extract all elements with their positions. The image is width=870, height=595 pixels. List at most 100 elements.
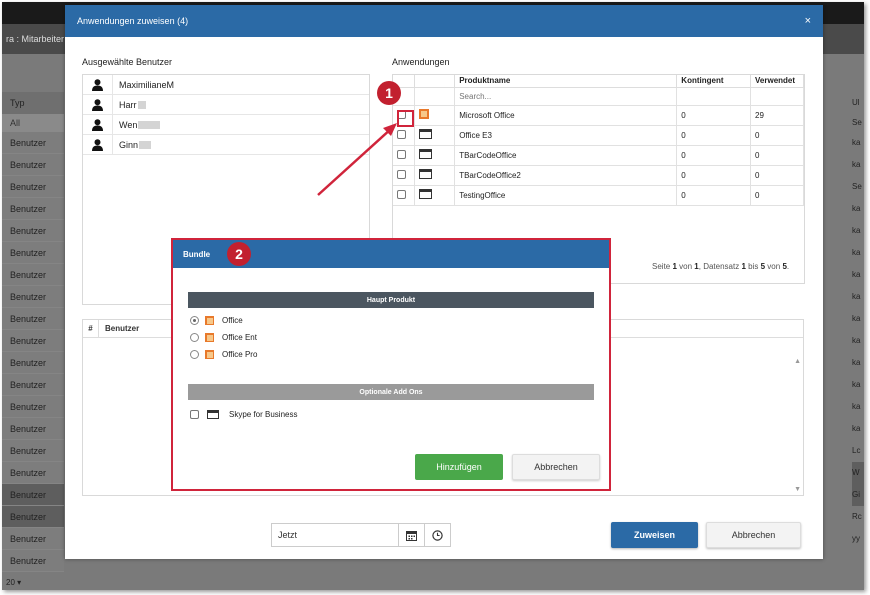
table-row[interactable]: Benutzer [2, 264, 64, 286]
column-header-quota[interactable]: Kontingent [676, 75, 752, 88]
table-row[interactable]: Benutzer [2, 132, 64, 154]
table-row[interactable]: Benutzer [2, 220, 64, 242]
app-name: Microsoft Office [454, 105, 678, 126]
table-row[interactable]: Benutzer [2, 242, 64, 264]
user-name: Wen [113, 120, 161, 130]
close-icon[interactable]: × [805, 15, 811, 27]
product-option-office[interactable]: Office [190, 316, 243, 325]
table-row[interactable]: Benutzer [2, 330, 64, 352]
office-icon [205, 316, 214, 325]
addon-skype[interactable]: Skype for Business [190, 410, 297, 419]
table-row[interactable]: Benutzer [2, 176, 64, 198]
cancel-button[interactable]: Abbrechen [706, 522, 801, 548]
table-row[interactable]: Benutzer [2, 462, 64, 484]
cell: Gi [852, 484, 864, 506]
window-icon [419, 129, 433, 139]
user-name: Ginn [113, 140, 152, 150]
option-label: Office [222, 316, 243, 325]
app-quota: 0 [676, 165, 752, 186]
app-name: TBarCodeOffice [454, 145, 678, 166]
clock-icon[interactable] [424, 524, 450, 546]
assign-button[interactable]: Zuweisen [611, 522, 698, 548]
column-header-name[interactable]: Produktname [454, 75, 678, 88]
window-icon [419, 149, 433, 159]
table-row[interactable]: Benutzer [2, 528, 64, 550]
table-row[interactable]: TBarCodeOffice 0 0 [393, 145, 804, 166]
product-option-office-pro[interactable]: Office Pro [190, 350, 257, 359]
table-row[interactable]: Benutzer [2, 484, 64, 506]
list-item[interactable]: Ginn [83, 134, 369, 155]
table-row[interactable]: Benutzer [2, 374, 64, 396]
search-input[interactable] [459, 91, 673, 101]
row-checkbox[interactable] [397, 169, 406, 179]
addon-checkbox[interactable] [190, 410, 199, 419]
table-row[interactable]: Microsoft Office 0 29 [393, 105, 804, 126]
cell: ka [852, 226, 861, 235]
table-row[interactable]: Benutzer [2, 198, 64, 220]
scroll-up-icon[interactable]: ▲ [794, 358, 801, 365]
window-icon [419, 189, 433, 199]
table-row[interactable]: Benutzer [2, 308, 64, 330]
column-header-user[interactable]: Benutzer [99, 324, 139, 333]
scroll-down-icon[interactable]: ▼ [794, 486, 801, 493]
selected-users-title: Ausgewählte Benutzer [82, 57, 173, 67]
cell: ka [852, 402, 861, 411]
radio-button[interactable] [190, 316, 199, 325]
table-row[interactable]: Benutzer [2, 396, 64, 418]
cell: ka [852, 292, 861, 301]
bundle-cancel-button[interactable]: Abbrechen [512, 454, 600, 480]
radio-button[interactable] [190, 350, 199, 359]
date-value[interactable]: Jetzt [272, 530, 398, 540]
type-filter[interactable]: All [2, 114, 64, 132]
office-icon [419, 109, 430, 119]
product-option-office-ent[interactable]: Office Ent [190, 333, 257, 342]
date-field[interactable]: Jetzt [271, 523, 451, 547]
table-row[interactable]: Benutzer [2, 154, 64, 176]
type-column-header[interactable]: Typ [2, 92, 64, 114]
list-item[interactable]: MaximilianeM [83, 74, 369, 95]
cell: ka [852, 424, 861, 433]
list-item[interactable]: Harr [83, 94, 369, 115]
table-row[interactable]: Benutzer [2, 352, 64, 374]
row-checkbox[interactable] [397, 149, 406, 159]
cell: Se [852, 182, 862, 191]
radio-button[interactable] [190, 333, 199, 342]
option-label: Office Ent [222, 333, 257, 342]
office-icon [205, 350, 214, 359]
app-quota: 0 [676, 125, 752, 146]
table-row[interactable]: TBarCodeOffice2 0 0 [393, 165, 804, 186]
table-row[interactable]: Benutzer [2, 286, 64, 308]
table-row[interactable]: Benutzer [2, 418, 64, 440]
step-badge-1: 1 [377, 81, 401, 105]
user-icon [92, 138, 103, 151]
user-icon [92, 78, 103, 91]
row-checkbox[interactable] [397, 129, 406, 139]
right-filter: Se [852, 118, 862, 127]
add-button[interactable]: Hinzufügen [415, 454, 503, 480]
main-product-section: Haupt Produkt [188, 292, 594, 308]
list-item[interactable]: Wen [83, 114, 369, 135]
redacted-text [138, 121, 161, 130]
row-checkbox[interactable] [397, 189, 406, 199]
modal-title: Anwendungen zuweisen (4) [77, 16, 189, 26]
column-header-used[interactable]: Verwendet [750, 75, 804, 88]
app-name: Office E3 [454, 125, 678, 146]
office-icon [205, 333, 214, 342]
app-name: TBarCodeOffice2 [454, 165, 678, 186]
calendar-icon[interactable] [398, 524, 424, 546]
table-row[interactable]: Office E3 0 0 [393, 125, 804, 146]
app-used: 0 [750, 125, 804, 146]
cell: ka [852, 160, 861, 169]
page-size-select[interactable]: 20 ▾ [6, 578, 21, 587]
modal-header: Anwendungen zuweisen (4) × [65, 5, 823, 37]
cell: ka [852, 380, 861, 389]
bundle-dialog: Bundle Haupt Produkt Office Office Ent O… [171, 238, 611, 491]
cell: ka [852, 270, 861, 279]
app-used: 0 [750, 185, 804, 206]
option-label: Skype for Business [229, 410, 298, 419]
applications-title: Anwendungen [392, 57, 450, 67]
table-row[interactable]: Benutzer [2, 550, 64, 572]
table-row[interactable]: Benutzer [2, 506, 64, 528]
table-row[interactable]: Benutzer [2, 440, 64, 462]
table-row[interactable]: TestingOffice 0 0 [393, 185, 804, 206]
